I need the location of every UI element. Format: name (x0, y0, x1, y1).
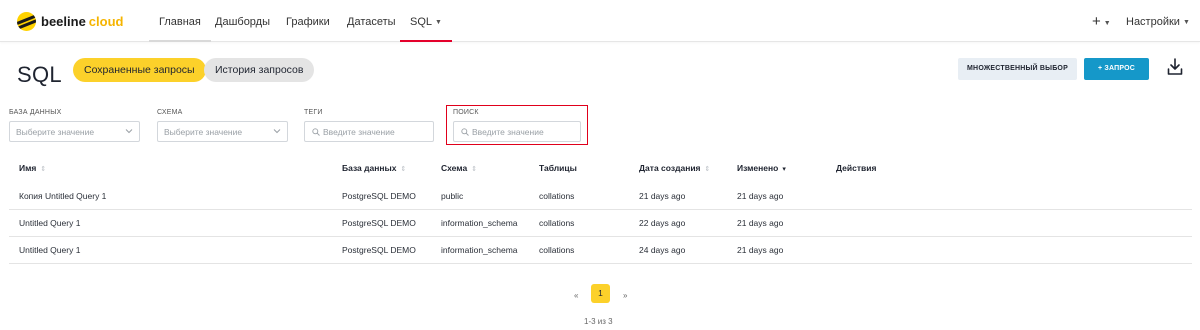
cell-created: 22 days ago (639, 218, 686, 228)
search-icon (312, 128, 320, 136)
column-header-database[interactable]: База данных ⇕ (342, 163, 406, 173)
sort-desc-icon: ▾ (782, 166, 786, 173)
row-divider (9, 236, 1192, 237)
plus-icon: + (1092, 13, 1101, 30)
filter-label-database: БАЗА ДАННЫХ (9, 109, 62, 116)
cell-name[interactable]: Копия Untitled Query 1 (19, 191, 106, 201)
cell-modified: 21 days ago (737, 191, 784, 201)
column-header-schema[interactable]: Схема ⇕ (441, 163, 477, 173)
brand-accent: cloud (88, 13, 124, 29)
pagination-prev[interactable]: « (574, 291, 578, 300)
pagination-next[interactable]: » (623, 291, 627, 300)
cell-schema: information_schema (441, 218, 518, 228)
tags-input-placeholder: Введите значение (323, 127, 395, 137)
cell-modified: 21 days ago (737, 218, 784, 228)
column-header-name[interactable]: Имя ⇕ (19, 163, 46, 173)
cell-schema: information_schema (441, 245, 518, 255)
filter-label-schema: СХЕМА (157, 109, 183, 116)
settings-label: Настройки (1126, 16, 1180, 28)
cell-name[interactable]: Untitled Query 1 (19, 245, 80, 255)
cell-tables: collations (539, 245, 575, 255)
chevron-down-icon: ▼ (1103, 20, 1111, 27)
sort-icon: ⇕ (704, 166, 711, 173)
pagination-page-current[interactable]: 1 (591, 284, 610, 303)
tab-query-history[interactable]: История запросов (204, 58, 315, 82)
cell-database: PostgreSQL DEMO (342, 245, 416, 255)
brand-name: beeline (41, 13, 86, 29)
pagination-info: 1-3 из 3 (584, 317, 613, 326)
database-select[interactable]: Выберите значение (9, 121, 140, 142)
chevron-down-icon: ▼ (435, 19, 442, 26)
schema-select-placeholder: Выберите значение (164, 127, 243, 137)
page-title: SQL (17, 62, 62, 87)
tags-input[interactable]: Введите значение (304, 121, 434, 142)
cell-database: PostgreSQL DEMO (342, 191, 416, 201)
filter-label-tags: ТЕГИ (304, 109, 323, 116)
cell-database: PostgreSQL DEMO (342, 218, 416, 228)
cell-modified: 21 days ago (737, 245, 784, 255)
add-query-button[interactable]: + ЗАПРОС (1084, 58, 1149, 80)
cell-created: 24 days ago (639, 245, 686, 255)
top-navbar: beeline cloud Главная Дашборды Графики Да… (0, 0, 1200, 42)
search-highlight-box (446, 105, 588, 145)
sort-icon: ⇕ (471, 166, 478, 173)
beeline-cloud-logo[interactable]: beeline cloud (17, 11, 123, 31)
nav-home[interactable]: Главная (149, 0, 211, 42)
nav-charts[interactable]: Графики (286, 0, 330, 42)
nav-datasets[interactable]: Датасеты (347, 0, 396, 42)
download-icon[interactable] (1167, 58, 1183, 76)
settings-menu[interactable]: Настройки ▼ (1126, 0, 1190, 42)
sort-icon: ⇕ (40, 166, 47, 173)
tab-saved-queries[interactable]: Сохраненные запросы (73, 58, 206, 82)
nav-sql-label: SQL (410, 16, 433, 28)
chevron-down-icon: ▼ (1182, 19, 1190, 26)
cell-tables: collations (539, 191, 575, 201)
column-header-actions: Действия (836, 163, 877, 173)
add-new-menu[interactable]: + ▼ (1092, 0, 1111, 42)
cell-schema: public (441, 191, 464, 201)
multi-select-button[interactable]: МНОЖЕСТВЕННЫЙ ВЫБОР (958, 58, 1077, 80)
beeline-logo-icon (17, 11, 36, 31)
row-divider (9, 209, 1192, 210)
column-header-created[interactable]: Дата создания ⇕ (639, 163, 710, 173)
nav-dashboards[interactable]: Дашборды (215, 0, 270, 42)
row-divider (9, 263, 1192, 264)
chevron-down-icon (125, 129, 133, 134)
nav-sql[interactable]: SQL ▼ (400, 0, 452, 42)
schema-select[interactable]: Выберите значение (157, 121, 288, 142)
column-header-modified[interactable]: Изменено ▾ (737, 163, 786, 173)
sort-icon: ⇕ (400, 166, 407, 173)
cell-tables: collations (539, 218, 575, 228)
cell-name[interactable]: Untitled Query 1 (19, 218, 80, 228)
column-header-tables: Таблицы (539, 163, 577, 173)
database-select-placeholder: Выберите значение (16, 127, 95, 137)
chevron-down-icon (273, 129, 281, 134)
cell-created: 21 days ago (639, 191, 686, 201)
